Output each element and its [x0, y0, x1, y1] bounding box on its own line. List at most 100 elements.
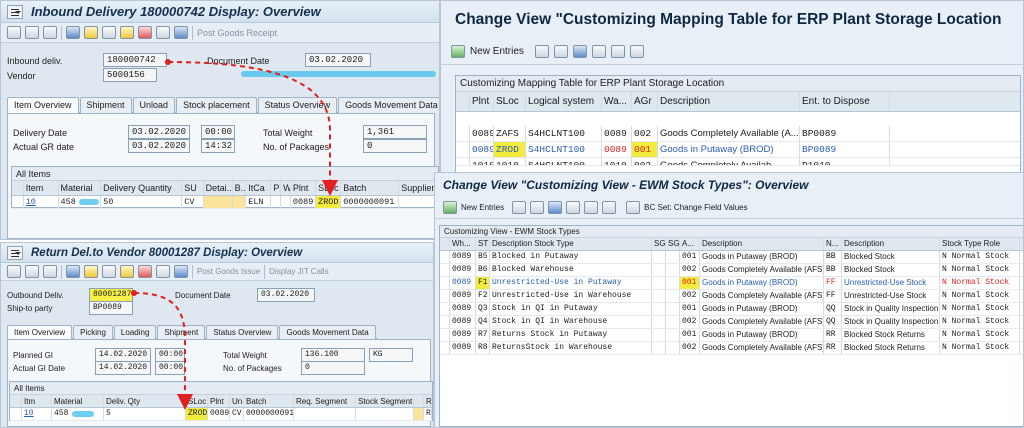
- return-weight-unit[interactable]: KG: [369, 348, 413, 362]
- row-selector[interactable]: [456, 158, 470, 165]
- tab-goods-movement-data[interactable]: Goods Movement Data: [279, 325, 376, 339]
- print-icon[interactable]: [156, 26, 170, 39]
- undo-icon[interactable]: [548, 201, 563, 214]
- copy-icon[interactable]: [102, 26, 116, 39]
- display-jit-calls-button[interactable]: Display JIT Calls: [269, 267, 328, 276]
- select-block-icon[interactable]: [610, 45, 625, 58]
- item-icon[interactable]: [84, 265, 98, 278]
- col-sloc[interactable]: SLoc: [494, 92, 526, 111]
- glasses-icon[interactable]: [451, 45, 465, 58]
- inbound-deliv-field[interactable]: 180000742: [103, 53, 167, 67]
- col-sloc[interactable]: SLoc: [186, 395, 208, 407]
- vendor-field[interactable]: 5000156: [103, 68, 157, 82]
- tab-status-overview[interactable]: Status Overview: [206, 325, 279, 339]
- row-selector[interactable]: [440, 316, 450, 328]
- copy-as-icon[interactable]: [534, 45, 549, 58]
- col-plnt[interactable]: Plnt: [208, 395, 230, 407]
- table-row[interactable]: 1010 1010 S4HCLNT100 1010 002 Goods Comp…: [456, 158, 1020, 166]
- post-goods-issue-button[interactable]: Post Goods Issue: [197, 267, 260, 276]
- delete-icon[interactable]: [138, 26, 152, 39]
- col-blank[interactable]: [414, 395, 424, 407]
- tab-goods-movement-data[interactable]: Goods Movement Data: [338, 97, 439, 113]
- col-warehouse[interactable]: Wa...: [602, 92, 632, 111]
- col-supplier[interactable]: Supplier I: [399, 181, 438, 195]
- table-row[interactable]: 0089 B5 Blocked in Putaway 001 Goods in Puta…: [440, 251, 1023, 264]
- bc-set-button[interactable]: BC Set: Change Field Values: [644, 203, 747, 212]
- row-selector[interactable]: [440, 303, 450, 315]
- edit-icon[interactable]: [7, 265, 21, 278]
- row-selector[interactable]: [10, 408, 22, 420]
- outbound-deliv-field[interactable]: 80001287: [89, 288, 133, 302]
- print-icon[interactable]: [156, 265, 170, 278]
- col-batch[interactable]: Batch: [244, 395, 294, 407]
- tab-picking[interactable]: Picking: [73, 325, 113, 339]
- other-doc-icon[interactable]: [43, 26, 57, 39]
- delivery-time-field[interactable]: 00:00: [201, 125, 235, 139]
- row-selector[interactable]: [440, 264, 450, 276]
- col-itca[interactable]: ItCa: [246, 181, 272, 195]
- cell-detail[interactable]: [203, 196, 233, 208]
- copy-as-icon[interactable]: [512, 201, 527, 214]
- table-row[interactable]: 0089 F1 Unrestricted-Use in Putaway 001 Good…: [440, 277, 1023, 290]
- inbound-docdate-field[interactable]: 03.02.2020: [305, 53, 371, 67]
- col-r[interactable]: R: [424, 395, 432, 407]
- table-row[interactable]: 10 458 5 ZROD 0089 CV 0000000091 Ri: [10, 408, 432, 421]
- col-itm[interactable]: Itm: [22, 395, 52, 407]
- col-un[interactable]: Un: [230, 395, 244, 407]
- row-selector[interactable]: [456, 126, 470, 141]
- new-entries-button[interactable]: New Entries: [461, 203, 504, 212]
- row-selector[interactable]: [456, 142, 470, 157]
- tab-shipment[interactable]: Shipment: [79, 97, 132, 113]
- select-all-icon[interactable]: [591, 45, 606, 58]
- col-material[interactable]: Material: [52, 395, 104, 407]
- table-row[interactable]: 10 458 50 CV ELN 0089 ZROD 0000000091: [12, 196, 438, 209]
- col-stock-type-role[interactable]: Stock Type Role: [940, 238, 1020, 250]
- table-row[interactable]: 0089 Q3 Stock in QI in Putaway 001 Goods in …: [440, 303, 1023, 316]
- table-row[interactable]: 0089 F2 Unrestricted-Use in Warehouse 002 Go…: [440, 290, 1023, 303]
- row-selector[interactable]: [12, 196, 24, 208]
- col-item[interactable]: Item: [24, 181, 59, 195]
- col-st[interactable]: ST: [476, 238, 490, 250]
- folder-icon[interactable]: [120, 265, 134, 278]
- table-row[interactable]: 0089 R8 ReturnsStock in Warehouse 002 Goods …: [440, 342, 1023, 355]
- delete-icon[interactable]: [138, 265, 152, 278]
- menu-icon[interactable]: [7, 4, 23, 19]
- total-weight-field[interactable]: 1,361: [363, 125, 427, 139]
- col-detail[interactable]: Detai...: [204, 181, 233, 195]
- col-plnt[interactable]: Plnt: [291, 181, 317, 195]
- new-entries-button[interactable]: New Entries: [470, 46, 524, 57]
- col-req-segment[interactable]: Req. Segment: [294, 395, 356, 407]
- table-row[interactable]: 0089 B6 Blocked Warehouse 002 Goods Complete…: [440, 264, 1023, 277]
- delete-entry-icon[interactable]: [530, 201, 545, 214]
- bc-set-icon[interactable]: [626, 201, 641, 214]
- table-row[interactable]: 0089 Q4 Stock in QI in Warehouse 002 Goods C…: [440, 316, 1023, 329]
- edit-icon[interactable]: [7, 26, 21, 39]
- deselect-icon[interactable]: [629, 45, 644, 58]
- actual-gi-field[interactable]: 14.02.2020: [95, 361, 151, 375]
- table-row[interactable]: 0089 ZAFS S4HCLNT100 0089 002 Goods Comp…: [456, 126, 1020, 142]
- col-description-2[interactable]: Description: [842, 238, 940, 250]
- col-agr[interactable]: AGr: [632, 92, 658, 111]
- tab-item-overview[interactable]: Item Overview: [7, 97, 79, 113]
- actual-gr-time-field[interactable]: 14:32: [201, 139, 235, 153]
- col-delivery-quantity[interactable]: Delivery Quantity: [101, 181, 183, 195]
- row-selector[interactable]: [440, 329, 450, 341]
- col-sloc[interactable]: SLoc: [316, 181, 342, 195]
- col-description-stock-type[interactable]: Description Stock Type: [490, 238, 652, 250]
- select-all-icon[interactable]: [566, 201, 581, 214]
- tab-item-overview[interactable]: Item Overview: [7, 325, 73, 339]
- col-p[interactable]: P: [271, 181, 282, 195]
- col-deliv-qty[interactable]: Deliv. Qty: [104, 395, 186, 407]
- navigate-icon[interactable]: [174, 26, 188, 39]
- row-selector[interactable]: [440, 342, 450, 354]
- tab-unload[interactable]: Unload: [132, 97, 176, 113]
- col-material[interactable]: Material: [59, 181, 102, 195]
- post-goods-receipt-button[interactable]: Post Goods Receipt: [197, 28, 277, 38]
- table-row[interactable]: 0089 ZROD S4HCLNT100 0089 001 Goods in P…: [456, 142, 1020, 158]
- col-stock-segment[interactable]: Stock Segment: [356, 395, 414, 407]
- col-description[interactable]: Description: [658, 92, 800, 111]
- planned-gi-time-field[interactable]: 00:00: [155, 348, 185, 362]
- cell-b[interactable]: [232, 196, 247, 208]
- navigate-icon[interactable]: [174, 265, 188, 278]
- col-logical-system[interactable]: Logical system: [526, 92, 602, 111]
